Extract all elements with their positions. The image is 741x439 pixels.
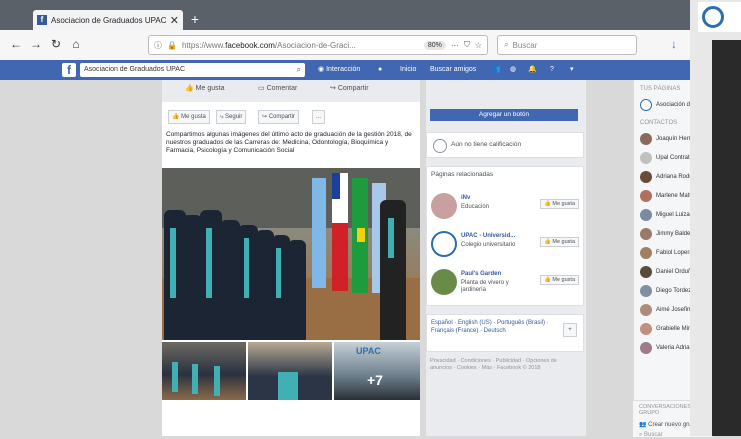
photo-thumbnail-2[interactable] <box>248 342 332 400</box>
contact-name: Joaquín Herre <box>656 135 695 142</box>
url-text[interactable]: https://www.facebook.com/Asociacion-de-G… <box>182 41 419 50</box>
page-category: Colegio universitario <box>461 242 516 248</box>
page-avatar <box>431 269 457 295</box>
profile-avatar-icon[interactable]: ● <box>378 63 382 77</box>
related-pages-card: Páginas relacionadas iNv Educación 👍 Me … <box>426 166 584 306</box>
add-language-button[interactable]: + <box>563 323 577 337</box>
photo-thumbnails: UPAC <box>162 342 420 400</box>
footer-links[interactable]: Privacidad · Condiciones · Publicidad · … <box>430 358 580 372</box>
dropdown-chevron-icon[interactable]: ▾ <box>570 63 574 77</box>
reload-icon[interactable]: ↻ <box>48 36 64 52</box>
cover-comment-link[interactable]: ▭ Comentar <box>258 84 297 92</box>
more-photos-count[interactable]: +7 <box>367 372 383 388</box>
avatar <box>640 246 652 259</box>
browser-nav-bar: ← → ↻ ⌂ ⓘ 🔒 https://www.facebook.com/Aso… <box>0 30 690 61</box>
upac-logo-text: UPAC <box>356 346 381 356</box>
related-page-row[interactable]: iNv Educación 👍 Me gusta <box>431 193 581 227</box>
browser-tab-bar: f Asociacion de Graduados UPAC ✕ + <box>0 0 690 30</box>
page-avatar <box>431 231 457 257</box>
close-icon[interactable]: ✕ <box>170 14 179 27</box>
browser-search-input[interactable]: ⌕ Buscar <box>497 35 637 55</box>
graduation-photo[interactable] <box>162 168 420 340</box>
page-category: Educación <box>461 204 490 210</box>
zoom-level[interactable]: 80% <box>423 40 446 50</box>
home-icon[interactable]: ⌂ <box>68 36 84 52</box>
language-card: Español · English (US) · Português (Bras… <box>426 314 584 352</box>
background-dark-panel <box>712 40 741 436</box>
avatar <box>640 265 652 278</box>
avatar <box>640 151 652 164</box>
add-button[interactable]: Agregar un botón <box>430 109 578 121</box>
page-name[interactable]: iNv <box>461 195 470 201</box>
nav-inicio[interactable]: Inicio <box>400 63 416 77</box>
new-tab-button[interactable]: + <box>186 10 204 28</box>
nav-interaccion[interactable]: ◉ Interacción <box>318 63 360 77</box>
rating-icon <box>433 139 447 153</box>
avatar <box>640 341 652 354</box>
page-like-button[interactable]: 👍 Me gusta <box>539 199 579 209</box>
rating-card: Aún no tiene calificación <box>426 132 584 158</box>
page-avatar <box>431 193 457 219</box>
share-icon: ↪ <box>330 85 338 92</box>
friend-requests-icon[interactable]: 👥 <box>492 63 501 77</box>
related-page-row[interactable]: UPAC - Universid... Colegio universitari… <box>431 231 581 265</box>
forward-arrow-icon[interactable]: → <box>28 36 44 52</box>
tab-title: Asociacion de Graduados UPAC <box>51 15 166 25</box>
avatar <box>640 170 652 183</box>
avatar <box>640 208 652 221</box>
thumbs-up-icon: 👍 <box>185 85 196 92</box>
help-icon[interactable]: ? <box>550 63 554 77</box>
lock-icon: 🔒 <box>167 40 177 50</box>
more-icon[interactable]: ··· <box>451 41 459 50</box>
facebook-favicon-icon: f <box>37 15 47 25</box>
info-icon[interactable]: ⓘ <box>154 40 162 51</box>
related-pages-title: Páginas relacionadas <box>431 171 494 178</box>
pocket-icon[interactable]: ⛉ <box>464 40 470 50</box>
related-page-row[interactable]: Paul's Garden Planta de vivero y jardine… <box>431 269 581 303</box>
like-button[interactable]: 👍 Me gusta <box>168 110 210 124</box>
facebook-search-input[interactable]: Asociacion de Graduados UPAC ⌕ <box>80 63 305 77</box>
more-options-button[interactable]: ... <box>312 110 326 124</box>
search-icon: ⌕ <box>504 40 509 49</box>
messenger-icon[interactable]: ◍ <box>510 63 516 77</box>
avatar <box>640 303 652 316</box>
back-arrow-icon[interactable]: ← <box>8 36 24 52</box>
contact-name: Fabiol Lopera <box>656 249 693 256</box>
photo-thumbnail-1[interactable] <box>162 342 246 400</box>
avatar <box>640 132 652 145</box>
contact-name: Jimmy Balderr <box>656 230 695 237</box>
follow-button[interactable]: ⤷ Seguir <box>216 110 247 124</box>
notifications-icon[interactable]: 🔔 <box>528 63 537 77</box>
search-icon[interactable]: ⌕ <box>297 63 301 77</box>
page-name[interactable]: UPAC - Universid... <box>461 233 515 239</box>
browser-tab[interactable]: f Asociacion de Graduados UPAC ✕ <box>33 10 183 30</box>
language-links[interactable]: Español · English (US) · Português (Bras… <box>431 319 559 335</box>
page-like-button[interactable]: 👍 Me gusta <box>539 275 579 285</box>
facebook-top-bar: f Asociacion de Graduados UPAC ⌕ ◉ Inter… <box>0 60 690 80</box>
page-like-button[interactable]: 👍 Me gusta <box>539 237 579 247</box>
download-icon[interactable]: ↓ <box>666 36 682 52</box>
share-button[interactable]: ↪ Compartir <box>258 110 300 124</box>
contact-name: Aimé Josefina <box>656 306 694 313</box>
facebook-logo-icon[interactable]: f <box>62 63 76 77</box>
nav-buscar-amigos[interactable]: Buscar amigos <box>430 63 476 77</box>
photo-thumbnail-3[interactable]: UPAC <box>334 342 420 400</box>
page-category: Planta de vivero y jardinería <box>461 280 509 293</box>
page-name[interactable]: Paul's Garden <box>461 271 501 277</box>
background-logo <box>698 2 741 32</box>
avatar <box>640 284 652 297</box>
cover-share-link[interactable]: ↪ Compartir <box>330 84 369 92</box>
avatar <box>640 227 652 240</box>
url-bar[interactable]: ⓘ 🔒 https://www.facebook.com/Asociacion-… <box>148 35 488 55</box>
cover-like-link[interactable]: 👍 Me gusta <box>185 84 224 92</box>
avatar <box>640 322 652 335</box>
post-text: Compartimos algunas imágenes del último … <box>166 131 412 154</box>
avatar <box>640 189 652 202</box>
group-icon: 👥 <box>639 422 649 428</box>
rating-text: Aún no tiene calificación <box>451 141 522 148</box>
globe-icon: ◉ <box>318 66 327 73</box>
comment-icon: ▭ <box>258 85 267 92</box>
bookmark-star-icon[interactable]: ☆ <box>475 41 482 50</box>
